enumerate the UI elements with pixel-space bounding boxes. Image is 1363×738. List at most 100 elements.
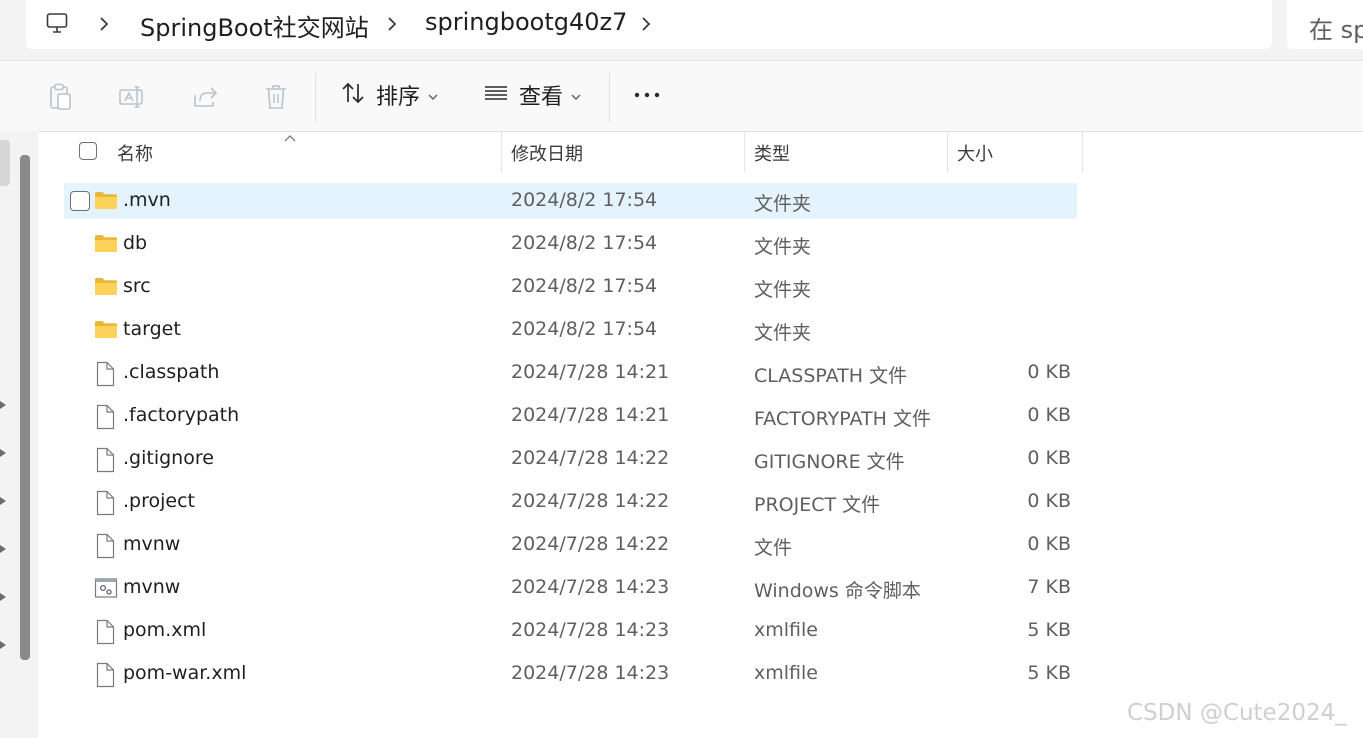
column-header-type[interactable]: 类型 [754, 140, 790, 166]
file-date-modified: 2024/8/2 17:54 [511, 232, 658, 254]
column-divider[interactable] [1082, 132, 1083, 172]
file-name: pom.xml [123, 619, 207, 641]
file-icon [94, 533, 116, 563]
column-divider[interactable] [501, 132, 502, 172]
chevron-right-icon[interactable] [98, 15, 110, 37]
file-name: .factorypath [123, 404, 240, 426]
script-icon [94, 576, 118, 604]
file-date-modified: 2024/7/28 14:22 [511, 533, 670, 555]
row-checkbox[interactable] [70, 191, 90, 211]
search-box[interactable]: 在 sp [1287, 0, 1363, 49]
file-row[interactable]: .project 2024/7/28 14:22 PROJECT 文件 0 KB [64, 484, 1077, 520]
address-bar-strip: 在 sp SpringBoot社交网站 springbootg40z7 [0, 0, 1363, 60]
folder-icon [94, 275, 118, 301]
file-size: 7 KB [1027, 576, 1071, 598]
file-name: .project [123, 490, 195, 512]
file-name: db [123, 232, 148, 254]
file-icon [94, 619, 116, 649]
file-row[interactable]: mvnw 2024/7/28 14:23 Windows 命令脚本 7 KB [64, 570, 1077, 606]
file-type: xmlfile [754, 662, 818, 684]
file-size: 5 KB [1027, 662, 1071, 684]
file-type: xmlfile [754, 619, 818, 641]
file-row[interactable]: mvnw 2024/7/28 14:22 文件 0 KB [64, 527, 1077, 563]
folder-icon [94, 189, 118, 215]
file-icon [94, 447, 116, 477]
toolbar-divider [315, 73, 316, 123]
file-row[interactable]: .gitignore 2024/7/28 14:22 GITIGNORE 文件 0 K… [64, 441, 1077, 477]
rename-icon[interactable] [118, 83, 146, 115]
search-box-text: 在 sp [1309, 16, 1363, 44]
column-divider[interactable] [744, 132, 745, 172]
file-date-modified: 2024/7/28 14:22 [511, 490, 670, 512]
chevron-right-icon[interactable] [0, 396, 8, 409]
view-label: 查看 [519, 85, 564, 110]
file-type: PROJECT 文件 [754, 494, 881, 516]
column-header-name[interactable]: 名称 [117, 140, 153, 166]
file-size: 0 KB [1027, 533, 1071, 555]
file-date-modified: 2024/7/28 14:23 [511, 619, 670, 641]
file-name: .classpath [123, 361, 220, 383]
toolbar-divider [609, 73, 610, 123]
command-bar: 排序 查看 [0, 60, 1363, 132]
navigation-scrollbar[interactable] [20, 155, 30, 660]
column-divider[interactable] [947, 132, 948, 172]
file-row[interactable]: db 2024/8/2 17:54 文件夹 [64, 226, 1077, 262]
file-name: .gitignore [123, 447, 214, 469]
file-date-modified: 2024/8/2 17:54 [511, 189, 658, 211]
chevron-right-icon[interactable] [0, 444, 8, 457]
chevron-right-icon[interactable] [640, 15, 652, 37]
computer-icon[interactable] [46, 12, 68, 38]
share-icon[interactable] [191, 83, 219, 115]
file-date-modified: 2024/7/28 14:23 [511, 576, 670, 598]
chevron-right-icon[interactable] [386, 15, 398, 37]
breadcrumb-springbootg40z7[interactable]: springbootg40z7 [425, 8, 627, 36]
watermark: CSDN @Cute2024_ [1127, 700, 1347, 726]
file-date-modified: 2024/7/28 14:21 [511, 404, 670, 426]
file-type: Windows 命令脚本 [754, 580, 921, 602]
file-size: 0 KB [1027, 404, 1071, 426]
file-date-modified: 2024/8/2 17:54 [511, 275, 658, 297]
paste-icon[interactable] [47, 83, 73, 115]
file-size: 5 KB [1027, 619, 1071, 641]
file-type: 文件夹 [754, 322, 812, 344]
file-icon [94, 662, 116, 692]
chevron-right-icon[interactable] [0, 588, 8, 601]
file-type: 文件夹 [754, 193, 812, 215]
file-type: 文件 [754, 537, 793, 559]
file-row[interactable]: .factorypath 2024/7/28 14:21 FACTORYPATH 文… [64, 398, 1077, 434]
file-row[interactable]: .mvn 2024/8/2 17:54 文件夹 [64, 183, 1077, 219]
file-row[interactable]: target 2024/8/2 17:54 文件夹 [64, 312, 1077, 348]
sort-icon [340, 80, 366, 110]
more-options-icon[interactable] [632, 83, 662, 111]
file-type: CLASSPATH 文件 [754, 365, 908, 387]
select-all-checkbox[interactable] [79, 142, 97, 160]
chevron-right-icon[interactable] [0, 540, 8, 553]
navigation-scroll-thumb-top[interactable] [0, 140, 10, 186]
file-name: target [123, 318, 181, 340]
file-name: src [123, 275, 151, 297]
sort-button[interactable]: 排序 [340, 75, 438, 115]
file-type: FACTORYPATH 文件 [754, 408, 931, 430]
file-type: 文件夹 [754, 236, 812, 258]
sort-label: 排序 [376, 85, 421, 110]
file-row[interactable]: .classpath 2024/7/28 14:21 CLASSPATH 文件 0 K… [64, 355, 1077, 391]
file-type: GITIGNORE 文件 [754, 451, 905, 473]
breadcrumb-springboot-site[interactable]: SpringBoot社交网站 [140, 8, 369, 43]
column-header-date[interactable]: 修改日期 [511, 140, 583, 166]
view-list-icon [483, 80, 509, 110]
folder-icon [94, 318, 118, 344]
file-size: 0 KB [1027, 447, 1071, 469]
file-icon [94, 361, 116, 391]
chevron-right-icon[interactable] [0, 492, 8, 505]
view-button[interactable]: 查看 [483, 75, 581, 115]
sort-ascending-icon [284, 128, 296, 147]
chevron-right-icon[interactable] [0, 636, 8, 649]
file-name: .mvn [123, 189, 171, 211]
delete-icon[interactable] [263, 83, 289, 115]
folder-icon [94, 232, 118, 258]
column-header-size[interactable]: 大小 [957, 140, 993, 166]
file-row[interactable]: pom.xml 2024/7/28 14:23 xmlfile 5 KB [64, 613, 1077, 649]
file-name: mvnw [123, 533, 181, 555]
file-row[interactable]: src 2024/8/2 17:54 文件夹 [64, 269, 1077, 305]
file-row[interactable]: pom-war.xml 2024/7/28 14:23 xmlfile 5 KB [64, 656, 1077, 692]
